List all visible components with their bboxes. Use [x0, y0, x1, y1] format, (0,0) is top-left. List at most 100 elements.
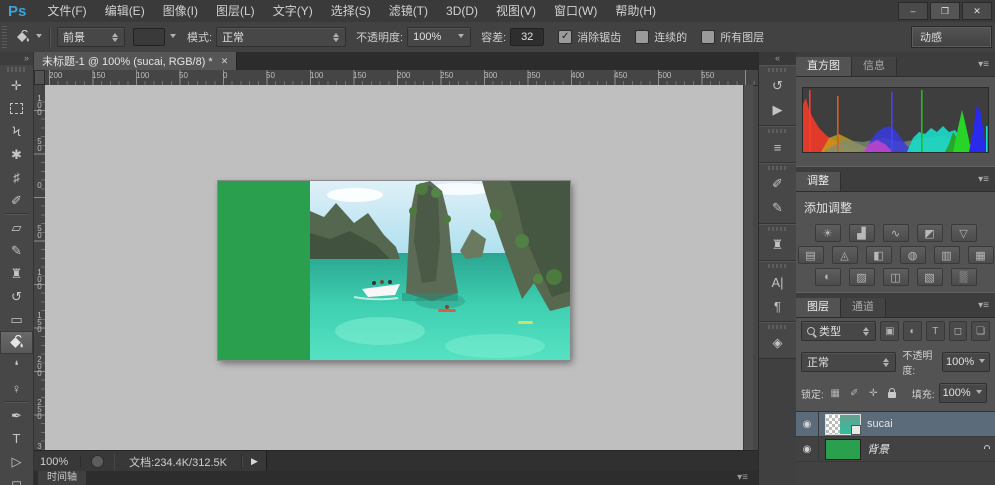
- shape-layer-filter-icon[interactable]: ◻: [949, 321, 968, 341]
- pixel-layer-filter-icon[interactable]: ▣: [880, 321, 899, 341]
- tolerance-input[interactable]: 32: [510, 28, 544, 46]
- close-button[interactable]: ✕: [962, 2, 992, 20]
- toolbox-grip[interactable]: [7, 67, 26, 72]
- workspace-switcher-button[interactable]: 动感: [912, 27, 991, 47]
- visibility-eye-icon[interactable]: ◉: [796, 437, 819, 461]
- tool-path-selection[interactable]: ▷: [0, 450, 33, 473]
- adjustments-panel-menu-icon[interactable]: ▾≡: [978, 169, 989, 191]
- menu-help[interactable]: 帮助(H): [606, 0, 665, 22]
- menu-layer[interactable]: 图层(L): [207, 0, 264, 22]
- tool-crop[interactable]: ♯: [0, 166, 33, 189]
- 3d-panel-icon[interactable]: ◈: [759, 331, 796, 355]
- document-canvas[interactable]: [218, 181, 570, 360]
- layer-thumbnail[interactable]: [826, 415, 860, 434]
- panel-grip[interactable]: [768, 68, 787, 72]
- tool-lasso[interactable]: Ϟ: [0, 120, 33, 143]
- strip-collapse-button[interactable]: «: [759, 52, 796, 65]
- all-layers-checkbox[interactable]: [701, 30, 715, 44]
- document-tab[interactable]: 未标题-1 @ 100% (sucai, RGB/8) * ✕: [34, 52, 237, 70]
- actions-panel-icon[interactable]: ▶: [759, 98, 796, 122]
- panel-grip[interactable]: [768, 264, 787, 268]
- brightness-contrast-icon[interactable]: ☀: [815, 224, 841, 242]
- histogram-panel-menu-icon[interactable]: ▾≡: [978, 54, 989, 76]
- opacity-select[interactable]: 100%: [407, 27, 471, 47]
- posterize-icon[interactable]: ▨: [849, 268, 875, 286]
- layers-panel-menu-icon[interactable]: ▾≡: [978, 295, 989, 317]
- anti-alias-checkbox[interactable]: ✓: [558, 30, 572, 44]
- menu-filter[interactable]: 滤镜(T): [380, 0, 437, 22]
- visibility-eye-icon[interactable]: ◉: [796, 412, 819, 436]
- color-lookup-icon[interactable]: ▦: [968, 246, 994, 264]
- tab-adjustments[interactable]: 调整: [796, 172, 841, 191]
- layer-filter-kind-select[interactable]: 类型: [801, 321, 876, 341]
- menu-window[interactable]: 窗口(W): [545, 0, 606, 22]
- tab-channels[interactable]: 通道: [841, 298, 886, 317]
- tool-preset-dropdown-icon[interactable]: [36, 34, 43, 41]
- channel-mixer-icon[interactable]: ▥: [934, 246, 960, 264]
- tool-blur[interactable]: ❛: [0, 354, 33, 377]
- color-balance-icon[interactable]: ◬: [832, 246, 858, 264]
- tool-pen[interactable]: ✒: [0, 404, 33, 427]
- clone-source-panel-icon[interactable]: ♜: [759, 233, 796, 257]
- tool-move[interactable]: ✛: [0, 74, 33, 97]
- paragraph-panel-icon[interactable]: ¶: [759, 294, 796, 318]
- tool-shape[interactable]: ◻: [0, 473, 33, 485]
- tool-brush[interactable]: ✎: [0, 239, 33, 262]
- properties-panel-icon[interactable]: ≡: [759, 135, 796, 159]
- menu-view[interactable]: 视图(V): [487, 0, 545, 22]
- panel-grip[interactable]: [768, 129, 787, 133]
- type-layer-filter-icon[interactable]: T: [926, 321, 945, 341]
- paint-bucket-icon[interactable]: [15, 30, 31, 44]
- menu-3d[interactable]: 3D(D): [437, 0, 487, 22]
- tool-type[interactable]: T: [0, 427, 33, 450]
- panel-grip[interactable]: [768, 325, 787, 329]
- black-white-icon[interactable]: ◧: [866, 246, 892, 264]
- canvas-vertical-scrollbar[interactable]: [743, 85, 753, 450]
- character-panel-icon[interactable]: A|: [759, 270, 796, 294]
- lock-paint-icon[interactable]: ✐: [847, 386, 862, 401]
- zoom-level-field[interactable]: 100%: [34, 456, 81, 468]
- invert-icon[interactable]: ◐: [815, 268, 841, 286]
- tool-eyedropper[interactable]: ✐: [0, 189, 33, 212]
- contiguous-checkbox[interactable]: [635, 30, 649, 44]
- mode-select[interactable]: 正常: [216, 27, 346, 47]
- gradient-map-icon[interactable]: ▒: [951, 268, 977, 286]
- toolbox-expand-button[interactable]: »: [0, 52, 33, 65]
- status-expand-icon[interactable]: ▶: [242, 456, 266, 467]
- timeline-tab[interactable]: 时间轴: [38, 471, 86, 485]
- canvas-pasteboard[interactable]: [45, 85, 743, 450]
- layer-thumbnail[interactable]: [826, 440, 860, 459]
- pattern-swatch[interactable]: [133, 28, 165, 46]
- menu-edit[interactable]: 编辑(E): [96, 0, 154, 22]
- exposure-icon[interactable]: ◩: [917, 224, 943, 242]
- menu-image[interactable]: 图像(I): [154, 0, 207, 22]
- brush-panel-icon[interactable]: ✐: [759, 172, 796, 196]
- tool-clone-stamp[interactable]: ♜: [0, 262, 33, 285]
- levels-icon[interactable]: ▟: [849, 224, 875, 242]
- tool-paint-bucket[interactable]: [0, 331, 33, 354]
- lock-move-icon[interactable]: ✛: [866, 386, 881, 401]
- photo-filter-icon[interactable]: ◍: [900, 246, 926, 264]
- menu-type[interactable]: 文字(Y): [264, 0, 322, 22]
- fill-select[interactable]: 100%: [939, 383, 987, 403]
- timeline-menu-icon[interactable]: ▾≡: [737, 471, 748, 485]
- blend-mode-select[interactable]: 正常: [801, 352, 896, 372]
- menu-select[interactable]: 选择(S): [322, 0, 380, 22]
- lock-transparency-icon[interactable]: ▦: [828, 386, 843, 401]
- history-panel-icon[interactable]: ↺: [759, 74, 796, 98]
- layer-row-sucai[interactable]: ◉ sucai: [796, 412, 995, 437]
- tool-magic-wand[interactable]: ✱: [0, 143, 33, 166]
- maximize-button[interactable]: ❐: [930, 2, 960, 20]
- panel-grip[interactable]: [768, 227, 787, 231]
- document-close-icon[interactable]: ✕: [221, 56, 229, 67]
- tool-marquee[interactable]: [0, 97, 33, 120]
- lock-all-icon[interactable]: [885, 386, 900, 401]
- tab-histogram[interactable]: 直方图: [796, 57, 852, 76]
- minimize-button[interactable]: –: [898, 2, 928, 20]
- tool-history-brush[interactable]: ↺: [0, 285, 33, 308]
- fill-source-select[interactable]: 前景: [57, 27, 125, 47]
- threshold-icon[interactable]: ◫: [883, 268, 909, 286]
- menu-file[interactable]: 文件(F): [38, 0, 95, 22]
- curves-icon[interactable]: ∿: [883, 224, 909, 242]
- tab-info[interactable]: 信息: [852, 57, 897, 76]
